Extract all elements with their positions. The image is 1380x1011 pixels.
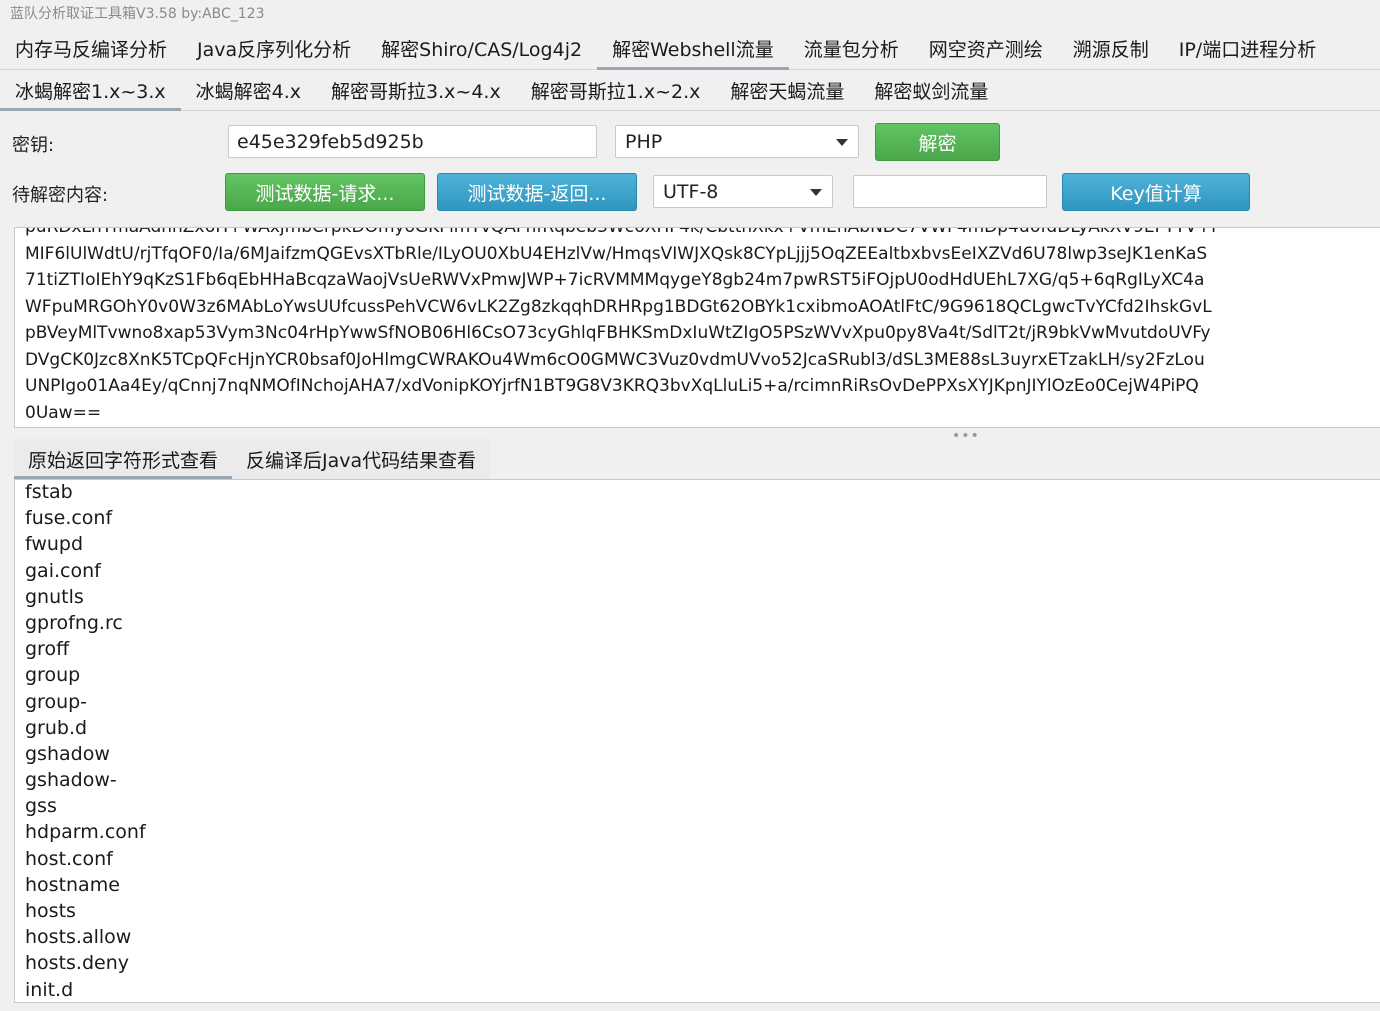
cipher-line: puRDxLhYmaAdnnZx6H+WAxjmbCrpkDOmyoGKFlmY… <box>25 227 1218 237</box>
output-line: groff <box>25 638 70 661</box>
cipher-line: UNPIgo01Aa4Ey/qCnnj7nqNMOfINchojAHA7/xdV… <box>25 376 1199 396</box>
output-line: hosts <box>25 900 76 922</box>
output-line: gai.conf <box>25 559 101 582</box>
key-label: 密钥: <box>12 135 55 156</box>
output-line: gshadow <box>25 742 110 765</box>
window-title: 蓝队分析取证工具箱V3.58 by:ABC_123 <box>0 0 1380 28</box>
test-request-button[interactable]: 测试数据-请求... <box>225 173 425 211</box>
tab-ip-port-process[interactable]: IP/端口进程分析 <box>1164 28 1331 69</box>
chevron-down-icon <box>810 188 822 196</box>
tab-traceback[interactable]: 溯源反制 <box>1058 28 1164 69</box>
encoding-select-value: UTF-8 <box>663 180 719 203</box>
output-line: fstab <box>25 481 73 503</box>
cipher-line: MIF6lUlWdtU/rjTfqOF0/Ia/6MJaifzmQGEvsXTb… <box>25 243 1208 264</box>
cipher-line: WFpuMRGOhY0v0W3z6MAbLoYwsUUfcussPehVCW6v… <box>25 296 1212 317</box>
output-textarea[interactable]: fstab fuse.conf fwupd gai.conf gnutls gprofng… <box>14 479 1380 1003</box>
subtab-behinder-4[interactable]: 冰蝎解密4.x <box>181 70 316 110</box>
tab-raw-response[interactable]: 原始返回字符形式查看 <box>14 439 233 479</box>
splitter-handle[interactable]: ••• <box>952 428 980 444</box>
extra-input[interactable] <box>853 175 1047 208</box>
output-tab-bar: 原始返回字符形式查看 反编译后Java代码结果查看 <box>14 439 491 479</box>
output-line: group- <box>25 690 88 713</box>
output-line: gshadow- <box>25 769 117 792</box>
tab-asset-mapping[interactable]: 网空资产测绘 <box>914 28 1058 69</box>
encoding-select[interactable]: UTF-8 <box>653 175 833 208</box>
cipher-line: DVgCK0Jzc8XnK5TCpQFcHjnYCR0bsaf0JoHlmgCW… <box>25 349 1205 370</box>
output-line: host.conf <box>25 847 113 870</box>
output-line: group <box>25 664 81 687</box>
tab-decrypt-shiro[interactable]: 解密Shiro/CAS/Log4j2 <box>366 28 597 69</box>
output-line: hosts.deny <box>25 952 129 975</box>
output-line: init.d <box>25 978 74 1001</box>
key-input[interactable]: e45e329feb5d925b <box>228 125 597 158</box>
output-line: fuse.conf <box>25 507 113 530</box>
output-line: hostname <box>25 873 120 896</box>
content-label: 待解密内容: <box>12 185 109 206</box>
subtab-godzilla-3-4[interactable]: 解密哥斯拉3.x~4.x <box>316 70 516 110</box>
cipher-textarea[interactable]: puRDxLhYmaAdnnZx6H+WAxjmbCrpkDOmyoGKFlmY… <box>14 227 1380 428</box>
language-select-value: PHP <box>625 130 663 153</box>
tab-pcap-analysis[interactable]: 流量包分析 <box>789 28 914 69</box>
decrypt-button[interactable]: 解密 <box>875 123 1000 161</box>
output-line: gss <box>25 795 57 818</box>
sub-tab-bar: 冰蝎解密1.x~3.x 冰蝎解密4.x 解密哥斯拉3.x~4.x 解密哥斯拉1.… <box>0 70 1380 111</box>
output-line: hdparm.conf <box>25 821 146 844</box>
output-line: hosts.allow <box>25 926 132 949</box>
key-calc-button[interactable]: Key值计算 <box>1062 173 1250 211</box>
cipher-line: 71tiZTIoIEhY9qKzS1Fb6qEbHHaBcqzaWaojVsUe… <box>25 270 1205 290</box>
language-select[interactable]: PHP <box>615 125 859 158</box>
cipher-line: 0Uaw== <box>25 402 102 423</box>
tab-decompiled-java[interactable]: 反编译后Java代码结果查看 <box>232 439 491 479</box>
cipher-line: pBVeyMlTvwno8xap53Vym3Nc04rHpYwwSfNOB06H… <box>25 323 1211 343</box>
subtab-antsword[interactable]: 解密蚁剑流量 <box>859 70 1003 110</box>
output-line: fwupd <box>25 533 84 556</box>
test-response-button[interactable]: 测试数据-返回... <box>437 173 637 211</box>
tab-decrypt-webshell[interactable]: 解密Webshell流量 <box>597 28 789 70</box>
subtab-behinder-1-3[interactable]: 冰蝎解密1.x~3.x <box>0 70 181 111</box>
tab-memshell-decompile[interactable]: 内存马反编译分析 <box>0 28 182 69</box>
output-lines: fstab fuse.conf fwupd gai.conf gnutls gprofng… <box>15 480 146 1002</box>
cipher-text-lines: puRDxLhYmaAdnnZx6H+WAxjmbCrpkDOmyoGKFlmY… <box>25 227 1218 426</box>
output-line: gprofng.rc <box>25 611 123 634</box>
output-line: gnutls <box>25 585 84 608</box>
subtab-godzilla-1-2[interactable]: 解密哥斯拉1.x~2.x <box>516 70 716 110</box>
tab-java-deserialization[interactable]: Java反序列化分析 <box>182 28 366 69</box>
output-line: grub.d <box>25 716 88 739</box>
main-tab-bar: 内存马反编译分析 Java反序列化分析 解密Shiro/CAS/Log4j2 解… <box>0 28 1380 70</box>
subtab-tianxie[interactable]: 解密天蝎流量 <box>715 70 859 110</box>
chevron-down-icon <box>836 138 848 146</box>
